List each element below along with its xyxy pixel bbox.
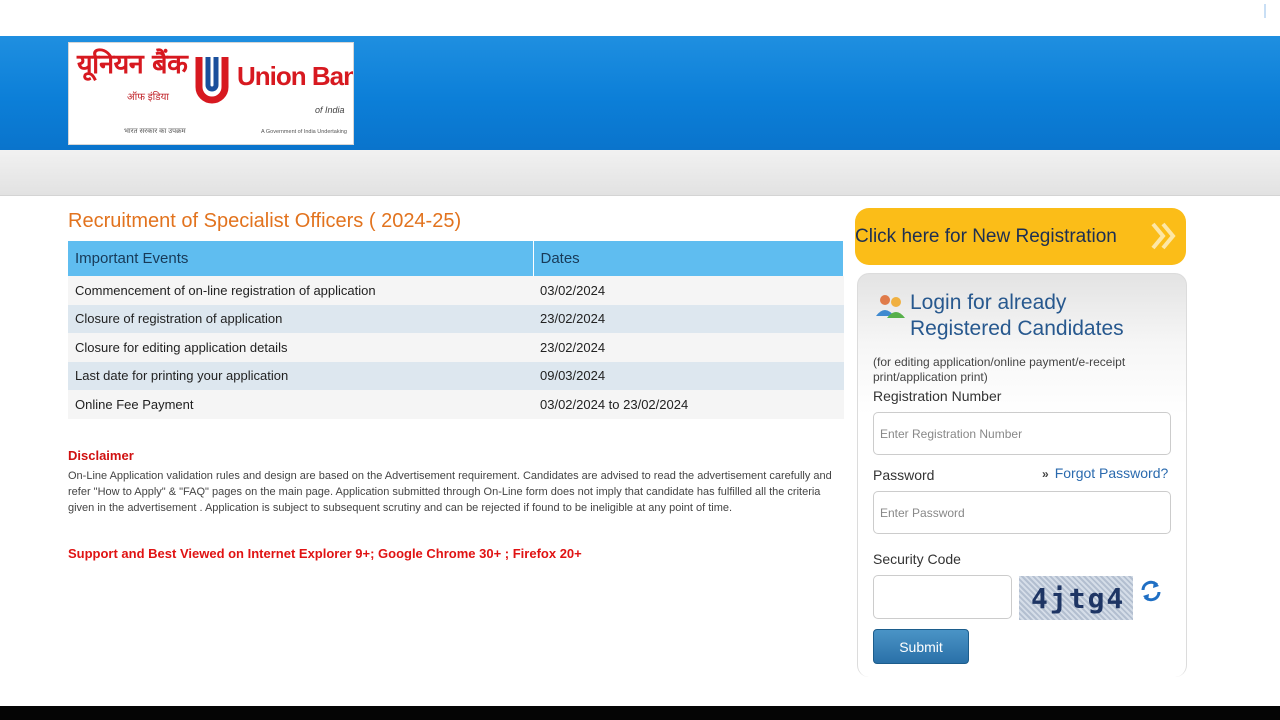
double-chevron-right-icon: [1151, 222, 1176, 250]
navigation-bar: [0, 150, 1280, 196]
important-events-table: Important Events Dates Commencement of o…: [68, 241, 844, 419]
captcha-text: 4jtg4: [1031, 582, 1126, 615]
security-code-input[interactable]: [873, 575, 1012, 619]
logo-hindi-subtext: ऑफ इंडिया: [127, 92, 169, 103]
scroll-indicator: [1264, 4, 1266, 18]
bottom-bar: [0, 706, 1280, 720]
event-cell: Closure for editing application details: [68, 333, 533, 362]
table-row: Closure of registration of application 2…: [68, 304, 844, 333]
refresh-icon[interactable]: [1139, 579, 1163, 603]
union-bank-mark-icon: [195, 57, 229, 104]
login-panel: Login for already Registered Candidates …: [857, 273, 1187, 677]
union-bank-logo[interactable]: यूनियन बैंक ऑफ इंडिया भारत सरकार का उपक्…: [68, 42, 354, 145]
table-row: Online Fee Payment 03/02/2024 to 23/02/2…: [68, 390, 844, 419]
table-row: Closure for editing application details …: [68, 333, 844, 362]
date-cell: 23/02/2024: [533, 304, 844, 333]
site-header: यूनियन बैंक ऑफ इंडिया भारत सरकार का उपक्…: [0, 36, 1280, 150]
date-cell: 03/02/2024: [533, 276, 844, 305]
date-cell: 23/02/2024: [533, 333, 844, 362]
login-heading-line1: Login for already: [910, 291, 1067, 314]
new-registration-button[interactable]: Click here for New Registration: [855, 208, 1186, 265]
table-row: Commencement of on-line registration of …: [68, 276, 844, 305]
logo-english-subtext: of India: [315, 105, 345, 115]
logo-english-tagline: A Government of India Undertaking: [261, 129, 347, 135]
logo-hindi-tagline: भारत सरकार का उपक्रम: [124, 128, 186, 135]
disclaimer-title: Disclaimer: [68, 448, 134, 463]
captcha-image: 4jtg4: [1019, 576, 1133, 620]
column-header-events: Important Events: [68, 241, 534, 276]
logo-english-text: Union Bank: [237, 61, 353, 91]
login-heading: Login for already Registered Candidates: [910, 290, 1180, 342]
password-input[interactable]: [873, 491, 1171, 534]
column-header-dates: Dates: [533, 241, 844, 276]
date-cell: 03/02/2024 to 23/02/2024: [533, 390, 844, 419]
event-cell: Commencement of on-line registration of …: [68, 276, 533, 305]
table-header-row: Important Events Dates: [68, 241, 844, 276]
event-cell: Online Fee Payment: [68, 390, 533, 419]
login-heading-line2: Registered Candidates: [910, 317, 1124, 340]
disclaimer-text: On-Line Application validation rules and…: [68, 470, 832, 514]
browser-top-strip: [0, 0, 1280, 36]
password-label: Password: [873, 467, 935, 483]
login-subtext: (for editing application/online payment/…: [873, 355, 1126, 384]
submit-button[interactable]: Submit: [873, 629, 969, 664]
logo-hindi-text: यूनियन बैंक: [77, 49, 188, 80]
table-row: Last date for printing your application …: [68, 361, 844, 390]
registration-number-label: Registration Number: [873, 388, 1002, 404]
security-code-label: Security Code: [873, 551, 961, 567]
registration-number-input[interactable]: [873, 412, 1171, 455]
date-cell: 09/03/2024: [533, 361, 844, 390]
new-registration-label: Click here for New Registration: [855, 226, 1117, 247]
browser-support-note: Support and Best Viewed on Internet Expl…: [68, 546, 582, 561]
page-title: Recruitment of Specialist Officers ( 202…: [68, 210, 462, 232]
forgot-password-link[interactable]: » Forgot Password?: [1042, 465, 1168, 481]
users-icon: [876, 295, 905, 318]
event-cell: Last date for printing your application: [68, 361, 533, 390]
forgot-password-label: Forgot Password?: [1054, 465, 1169, 481]
double-arrow-icon: »: [1042, 467, 1049, 481]
event-cell: Closure of registration of application: [68, 304, 533, 333]
